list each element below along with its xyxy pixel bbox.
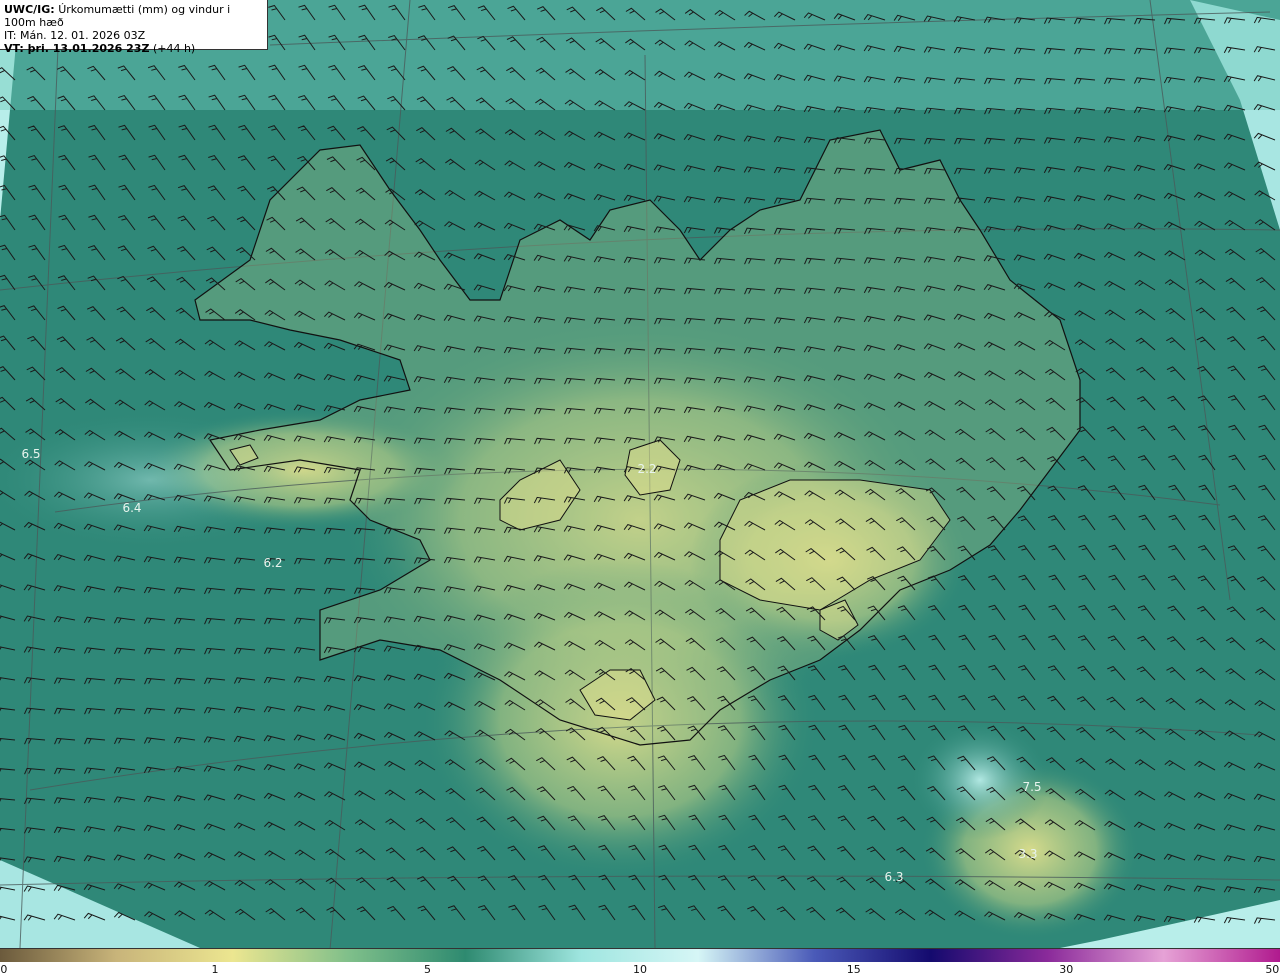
- field-value-label: 3.3: [1018, 847, 1038, 861]
- colorbar-tick-label: 30: [1059, 963, 1074, 976]
- field-value-label: 6.5: [21, 447, 41, 461]
- colorbar-tick-label: 1: [211, 963, 219, 976]
- init-time: IT: Mán. 12. 01. 2026 03Z: [4, 29, 146, 42]
- field-value-label: 6.4: [122, 501, 142, 515]
- colorbar-tick-label: 50: [1265, 963, 1280, 976]
- colorbar-tick-label: 10: [633, 963, 647, 976]
- colorbar: [0, 948, 1280, 963]
- field-value-label: 2.2: [637, 462, 657, 476]
- colorbar-tick-label: 5: [424, 963, 432, 976]
- lead-time: (+44 h): [152, 42, 196, 55]
- map-header: UWC/IG: Úrkomumætti (mm) og vindur i 100…: [0, 0, 268, 55]
- header-line-title: UWC/IG: Úrkomumætti (mm) og vindur i 100…: [4, 3, 263, 29]
- field-value-label: 6.2: [263, 556, 283, 570]
- field-value-label: 7.5: [1022, 780, 1042, 794]
- colorbar-ticks: 0 1 5 10 15 30 50: [0, 962, 1280, 978]
- valid-time: VT: þri. 13.01.2026 23Z: [4, 42, 150, 55]
- forecast-map: UWC/IG: Úrkomumætti (mm) og vindur i 100…: [0, 0, 1280, 948]
- colorbar-tick-label: 15: [846, 963, 861, 976]
- field-value-label: 6.3: [884, 870, 904, 884]
- colorbar-tick-label: 0: [0, 963, 8, 976]
- header-line-valid: VT: þri. 13.01.2026 23Z (+44 h): [4, 42, 263, 55]
- model-name: UWC/IG:: [4, 3, 55, 16]
